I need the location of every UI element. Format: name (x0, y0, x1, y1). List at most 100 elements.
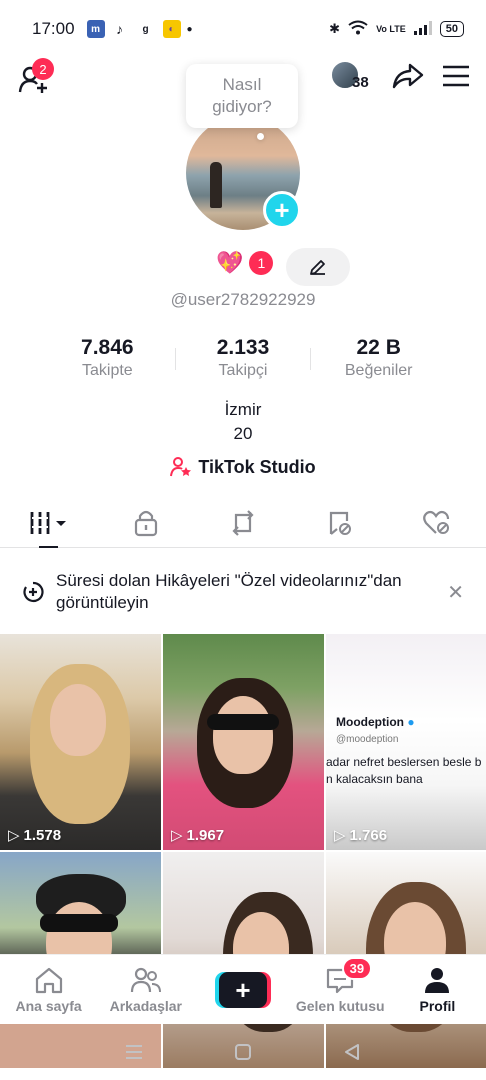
nav-friends[interactable]: Arkadaşlar (97, 955, 194, 1024)
bottom-navigation: Ana sayfa Arkadaşlar + 39 Gelen kutusu P… (0, 954, 486, 1024)
video-thumbnail[interactable]: ▷ 1.967 (163, 634, 324, 850)
tab-liked[interactable] (389, 498, 486, 547)
add-friend-button[interactable]: 2 (18, 58, 54, 96)
nav-create[interactable]: + (194, 955, 291, 1024)
stat-value: 22 B (356, 336, 401, 359)
bio-line1: İzmir (224, 400, 262, 419)
nav-label: Profil (419, 997, 456, 1014)
tiktok-notification-icon: ♪ (110, 20, 129, 38)
video-thumbnail[interactable]: Moodeption ● @moodeption adar nefret bes… (326, 634, 486, 850)
volte-icon: Vo LTE (376, 23, 406, 34)
inbox-badge: 39 (341, 957, 373, 980)
view-count: ▷ 1.967 (171, 826, 225, 845)
stat-likes[interactable]: 22 B Beğeniler (311, 336, 446, 380)
profile-viewers-button[interactable]: 38 (330, 60, 374, 96)
app-notification-icon-3: ◐ (162, 20, 181, 38)
friends-icon (130, 967, 161, 992)
home-square-icon[interactable] (233, 1042, 253, 1062)
app-notification-icon-2: g (134, 20, 157, 38)
nav-profile[interactable]: Profil (389, 955, 486, 1024)
edit-profile-button[interactable] (286, 248, 350, 286)
avatar-photo-figure (210, 162, 222, 208)
content-tabs (0, 498, 486, 548)
tweet-line2: n kalacaksın bana (326, 772, 423, 786)
nav-inbox[interactable]: 39 Gelen kutusu (292, 955, 389, 1024)
nav-home[interactable]: Ana sayfa (0, 955, 97, 1024)
tweet-overlay: Moodeption ● @moodeption adar nefret bes… (326, 714, 486, 788)
menu-button[interactable] (442, 65, 470, 92)
signal-icon (413, 20, 432, 38)
battery-icon: 50 (439, 21, 464, 37)
repost-icon (232, 509, 254, 536)
verified-icon: ● (407, 715, 415, 729)
nav-label: Ana sayfa (15, 997, 82, 1014)
stat-label: Takipçi (218, 362, 268, 379)
viewer-count: 38 (352, 74, 369, 91)
share-button[interactable] (392, 62, 424, 95)
profile-badges: 💖 1 (216, 250, 274, 276)
tab-reposts[interactable] (194, 498, 291, 547)
plus-icon: + (274, 195, 290, 225)
video-thumbnail[interactable]: ▷ 1.578 (0, 634, 161, 850)
tab-private[interactable] (97, 498, 194, 547)
expired-stories-notice[interactable]: Süresi dolan Hikâyeleri "Özel videoların… (0, 562, 486, 622)
sunglasses-shape (207, 714, 279, 730)
nav-label: Arkadaşlar (109, 997, 182, 1014)
home-icon (35, 967, 62, 993)
sunglasses-shape (40, 914, 118, 932)
status-bar: 17:00 m ♪ g ◐ ● ✱ Vo LTE 50 (0, 0, 486, 58)
share-icon (392, 63, 424, 88)
add-story-button[interactable]: + (263, 191, 301, 229)
plus-icon: + (219, 971, 267, 1008)
close-icon[interactable]: ✕ (447, 580, 464, 605)
stat-value: 2.133 (216, 336, 270, 359)
profile-icon (425, 967, 450, 993)
tweet-handle: Moodeption (336, 715, 404, 729)
play-icon: ▷ (171, 827, 183, 844)
liked-icon (423, 510, 450, 534)
bluetooth-icon: ✱ (329, 21, 341, 36)
bubble-text-line2: gidiyor? (212, 97, 272, 116)
system-navigation-bar (0, 1024, 486, 1080)
bubble-tail (257, 133, 264, 140)
story-add-icon (23, 581, 44, 603)
wifi-icon (348, 20, 368, 39)
stat-followers[interactable]: 2.133 Takipçi (176, 336, 311, 380)
tweet-sub: @moodeption (336, 734, 399, 745)
notification-badge[interactable]: 1 (249, 251, 274, 275)
profile-stats: 7.846 Takipte 2.133 Takipçi 22 B Beğenil… (40, 336, 446, 380)
thumb-face (213, 696, 273, 774)
stat-value: 7.846 (81, 336, 134, 359)
lock-icon (134, 510, 157, 536)
view-count: ▷ 1.578 (8, 826, 62, 845)
tweet-line1: adar nefret beslersen besle b (326, 755, 482, 769)
bio-line2: 20 (233, 424, 253, 443)
videos-grid-icon (30, 511, 66, 534)
more-notifications-icon: ● (186, 23, 193, 35)
status-icons: ✱ Vo LTE 50 (329, 20, 464, 39)
tab-favorites[interactable] (292, 498, 389, 547)
nav-label: Gelen kutusu (295, 997, 385, 1014)
stat-label: Beğeniler (344, 362, 413, 379)
back-icon[interactable] (342, 1042, 362, 1062)
pencil-icon (310, 260, 325, 275)
play-icon: ▷ (334, 827, 346, 844)
tab-videos[interactable] (0, 498, 97, 548)
recent-apps-icon[interactable] (124, 1043, 144, 1061)
tiktok-studio-link[interactable]: TikTok Studio (0, 456, 486, 478)
profile-bio: İzmir 20 (0, 398, 486, 446)
create-button[interactable]: + (215, 971, 271, 1008)
hamburger-menu-icon (443, 65, 469, 86)
notice-text: Süresi dolan Hikâyeleri "Özel videoların… (56, 571, 402, 612)
status-time: 17:00 (32, 19, 75, 38)
favorites-icon (330, 511, 352, 535)
bubble-text-line1: Nasıl (222, 75, 262, 94)
app-notification-icon: m (86, 20, 105, 38)
stat-following[interactable]: 7.846 Takipte (40, 336, 175, 380)
friend-requests-badge: 2 (32, 58, 54, 80)
studio-person-star-icon (170, 457, 192, 477)
sparkling-heart-icon[interactable]: 💖 (216, 250, 243, 276)
status-note-bubble[interactable]: Nasıl gidiyor? (186, 64, 298, 128)
studio-label: TikTok Studio (198, 456, 316, 477)
stat-label: Takipte (81, 362, 133, 379)
